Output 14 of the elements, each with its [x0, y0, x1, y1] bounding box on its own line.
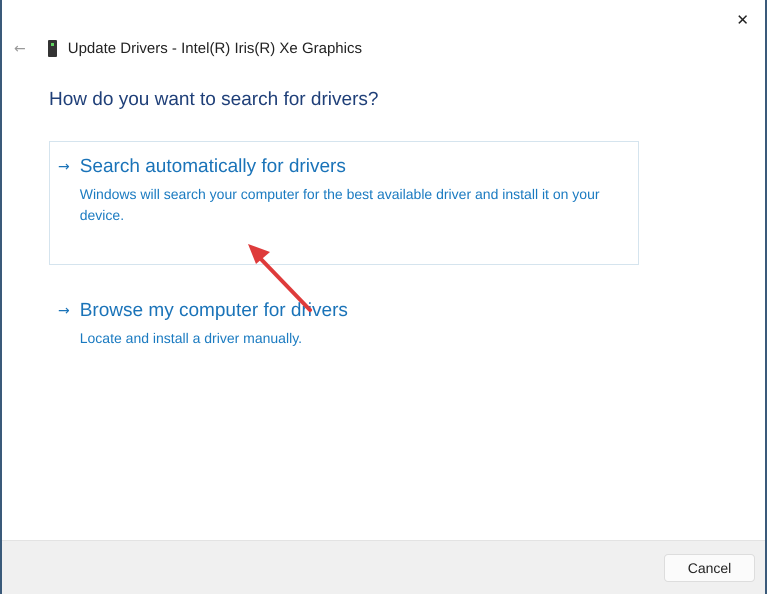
cancel-button[interactable]: Cancel [664, 554, 755, 582]
back-button[interactable]: ← [10, 40, 30, 56]
option-description: Windows will search your computer for the best available driver and install it on your device. [80, 185, 601, 225]
page-heading: How do you want to search for drivers? [49, 89, 380, 111]
close-button[interactable]: ✕ [730, 6, 755, 34]
option-description: Locate and install a driver manually. [80, 329, 304, 348]
window-title: Update Drivers - Intel(R) Iris(R) Xe Graphics [68, 40, 362, 57]
option-title: Search automatically for drivers [80, 156, 347, 178]
arrow-icon: → [58, 303, 70, 349]
option-title: Browse my computer for drivers [80, 300, 348, 322]
device-icon [48, 40, 57, 57]
option-link[interactable]: → Browse my computer for drivers Locate and install a driver manually. [49, 285, 639, 364]
arrow-icon: → [58, 159, 70, 250]
option-card[interactable]: → Search automatically for drivers Windows will search your computer for the best available driver and install it on your device. [49, 141, 639, 265]
